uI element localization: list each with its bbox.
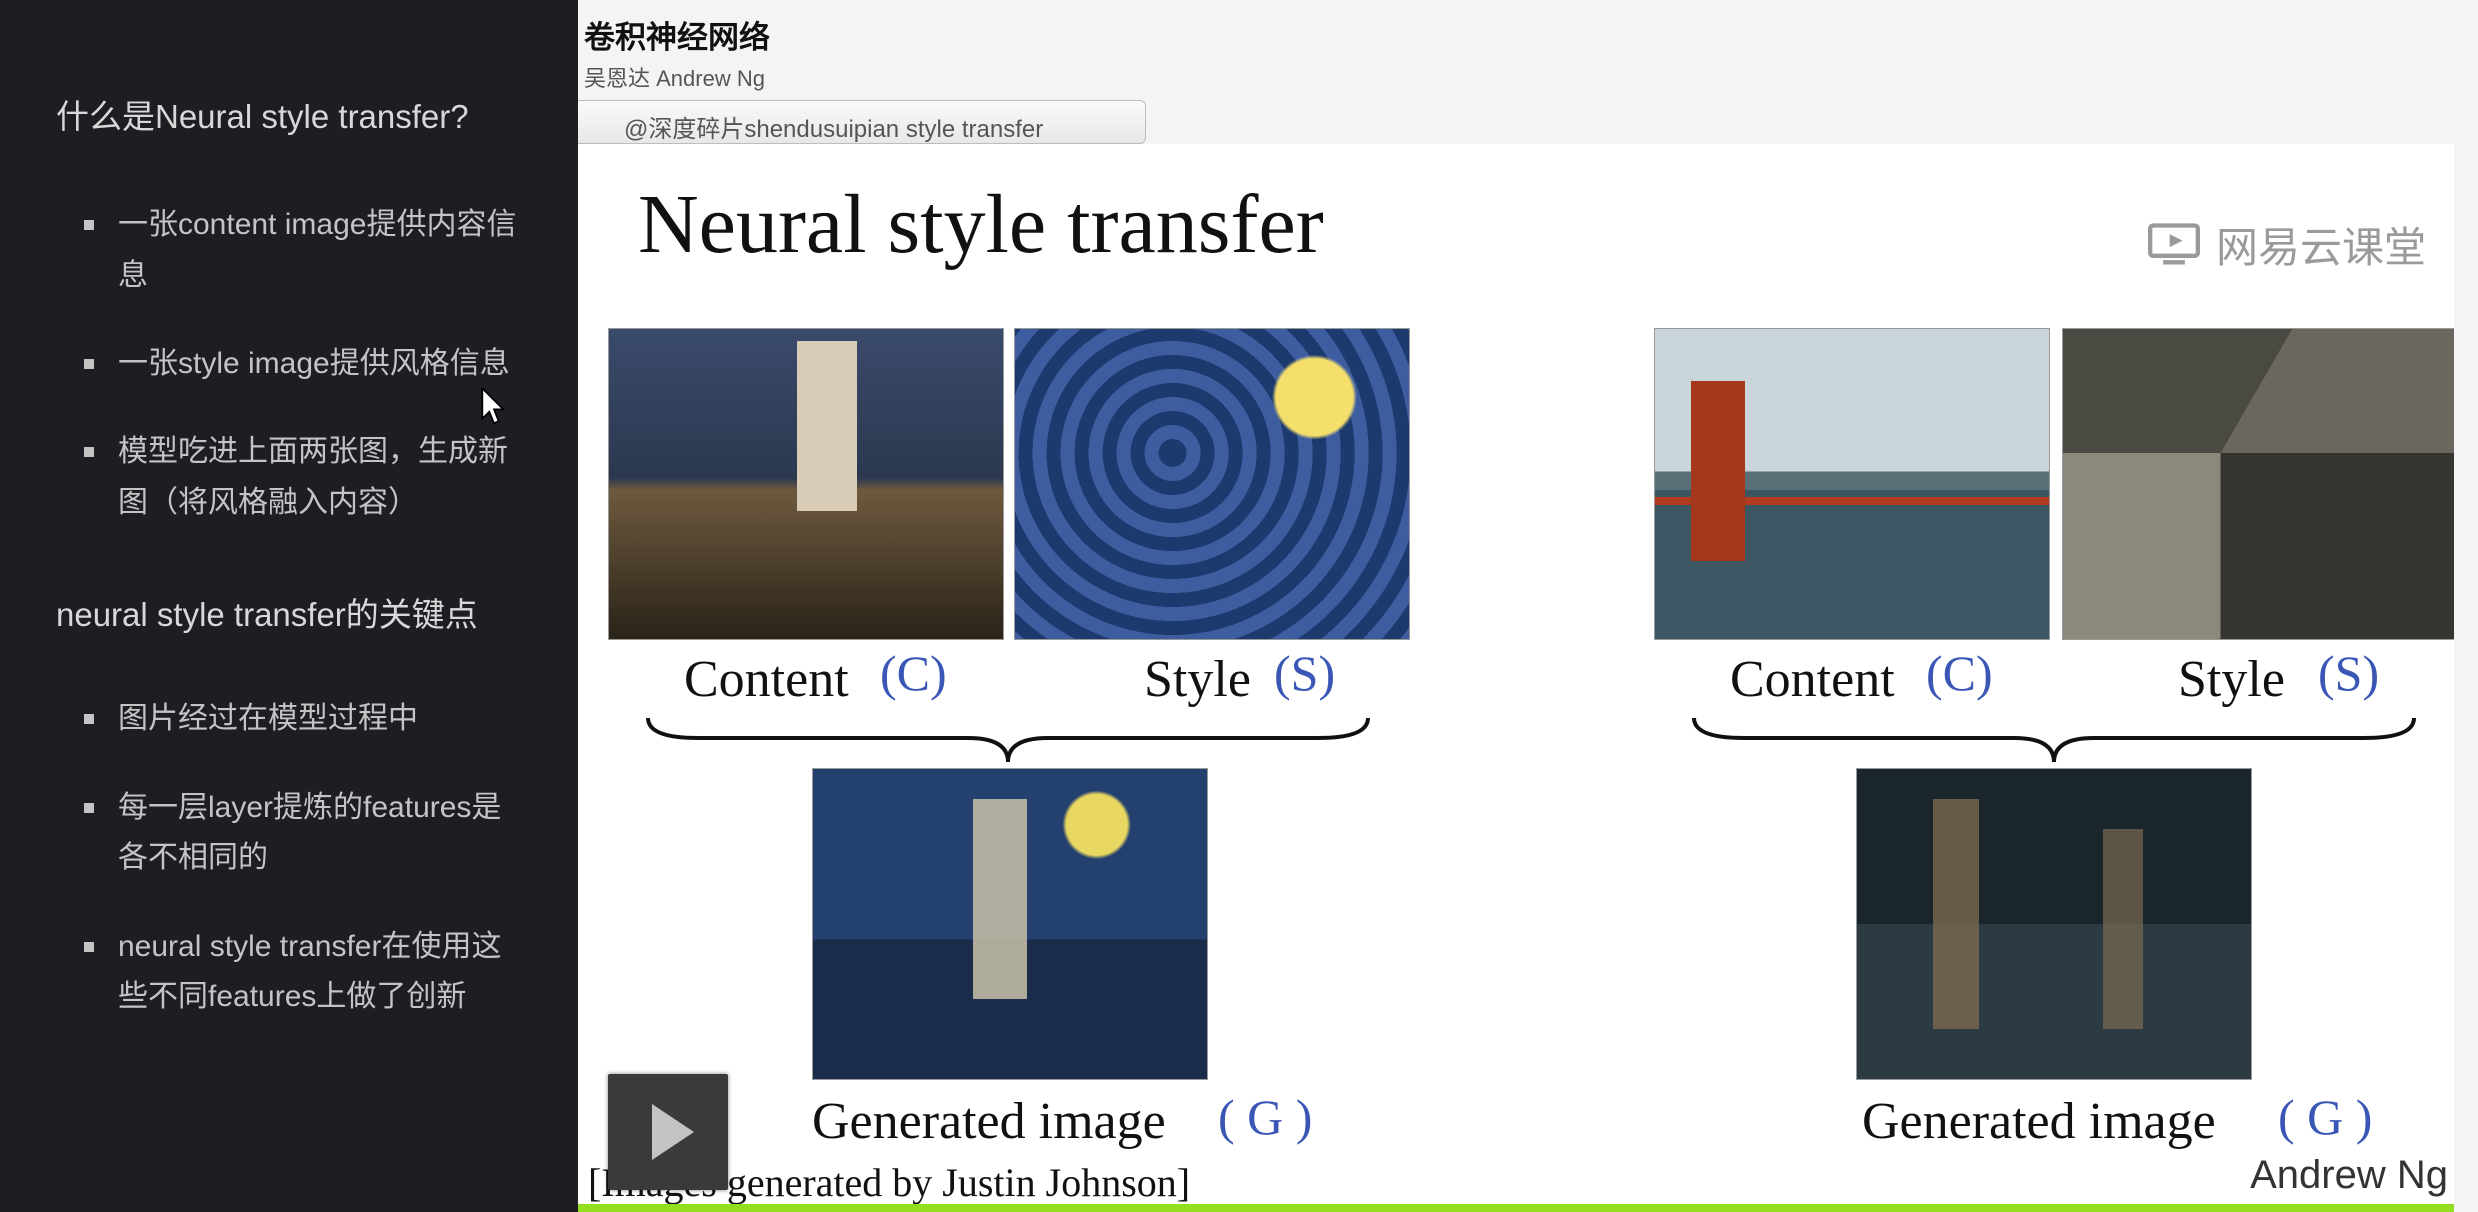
style-hand-left: (S) (1274, 644, 1335, 702)
list-item: 图片经过在模型过程中 (56, 694, 522, 744)
generated-hand-right: ( G ) (2278, 1088, 2372, 1146)
provider-label: 网易云课堂 (2216, 214, 2426, 275)
sidebar-list-1: 一张content image提供内容信息 一张style image提供风格信… (56, 200, 522, 528)
sidebar-heading-2: neural style transfer的关键点 (56, 592, 522, 638)
list-item: 一张content image提供内容信息 (56, 200, 522, 301)
video-area: 卷积神经网络 吴恩达 Andrew Ng @深度碎片shendusuipian … (578, 0, 2478, 1212)
content-label-right: Content (1730, 650, 1895, 709)
slide: Neural style transfer 网易云课堂 Content (C) … (578, 144, 2478, 1204)
scrollbar-track[interactable] (2454, 0, 2478, 1212)
monitor-play-icon (2148, 223, 2200, 267)
content-hand-right: (C) (1926, 644, 1993, 702)
provider-logo: 网易云课堂 (2148, 214, 2426, 275)
play-button[interactable] (608, 1074, 728, 1190)
brace-right-icon (1684, 714, 2424, 766)
generated-image-left (812, 768, 1208, 1080)
generated-label-left: Generated image (812, 1092, 1166, 1151)
style-label-right: Style (2178, 650, 2285, 709)
style-hand-right: (S) (2318, 644, 2379, 702)
style-image-right (2062, 328, 2458, 640)
course-title: 卷积神经网络 (584, 12, 2478, 57)
slide-author: Andrew Ng (2250, 1153, 2448, 1198)
content-label-left: Content (684, 650, 849, 709)
list-item: 每一层layer提炼的features是各不相同的 (56, 783, 522, 884)
sidebar-heading-1: 什么是Neural style transfer? (56, 94, 522, 140)
course-author: 吴恩达 Andrew Ng (584, 61, 2478, 93)
notes-sidebar: 什么是Neural style transfer? 一张content imag… (0, 0, 578, 1212)
sidebar-list-2: 图片经过在模型过程中 每一层layer提炼的features是各不相同的 neu… (56, 694, 522, 1022)
style-image-left (1014, 328, 1410, 640)
course-header: 卷积神经网络 吴恩达 Andrew Ng (578, 0, 2478, 88)
content-hand-left: (C) (880, 644, 947, 702)
list-item: 一张style image提供风格信息 (56, 339, 522, 389)
play-icon (652, 1104, 694, 1160)
content-image-right (1654, 328, 2050, 640)
generated-label-right: Generated image (1862, 1092, 2216, 1151)
content-image-left (608, 328, 1004, 640)
generated-hand-left: ( G ) (1218, 1088, 1312, 1146)
video-progress-bar[interactable] (578, 1204, 2478, 1212)
slide-title: Neural style transfer (638, 176, 1324, 273)
generated-image-right (1856, 768, 2252, 1080)
list-item: neural style transfer在使用这些不同features上做了创… (56, 922, 522, 1023)
watermark-tab: @深度碎片shendusuipian style transfer (578, 100, 1146, 144)
style-label-left: Style (1144, 650, 1251, 709)
list-item: 模型吃进上面两张图，生成新图（将风格融入内容） (56, 427, 522, 528)
brace-left-icon (638, 714, 1378, 766)
